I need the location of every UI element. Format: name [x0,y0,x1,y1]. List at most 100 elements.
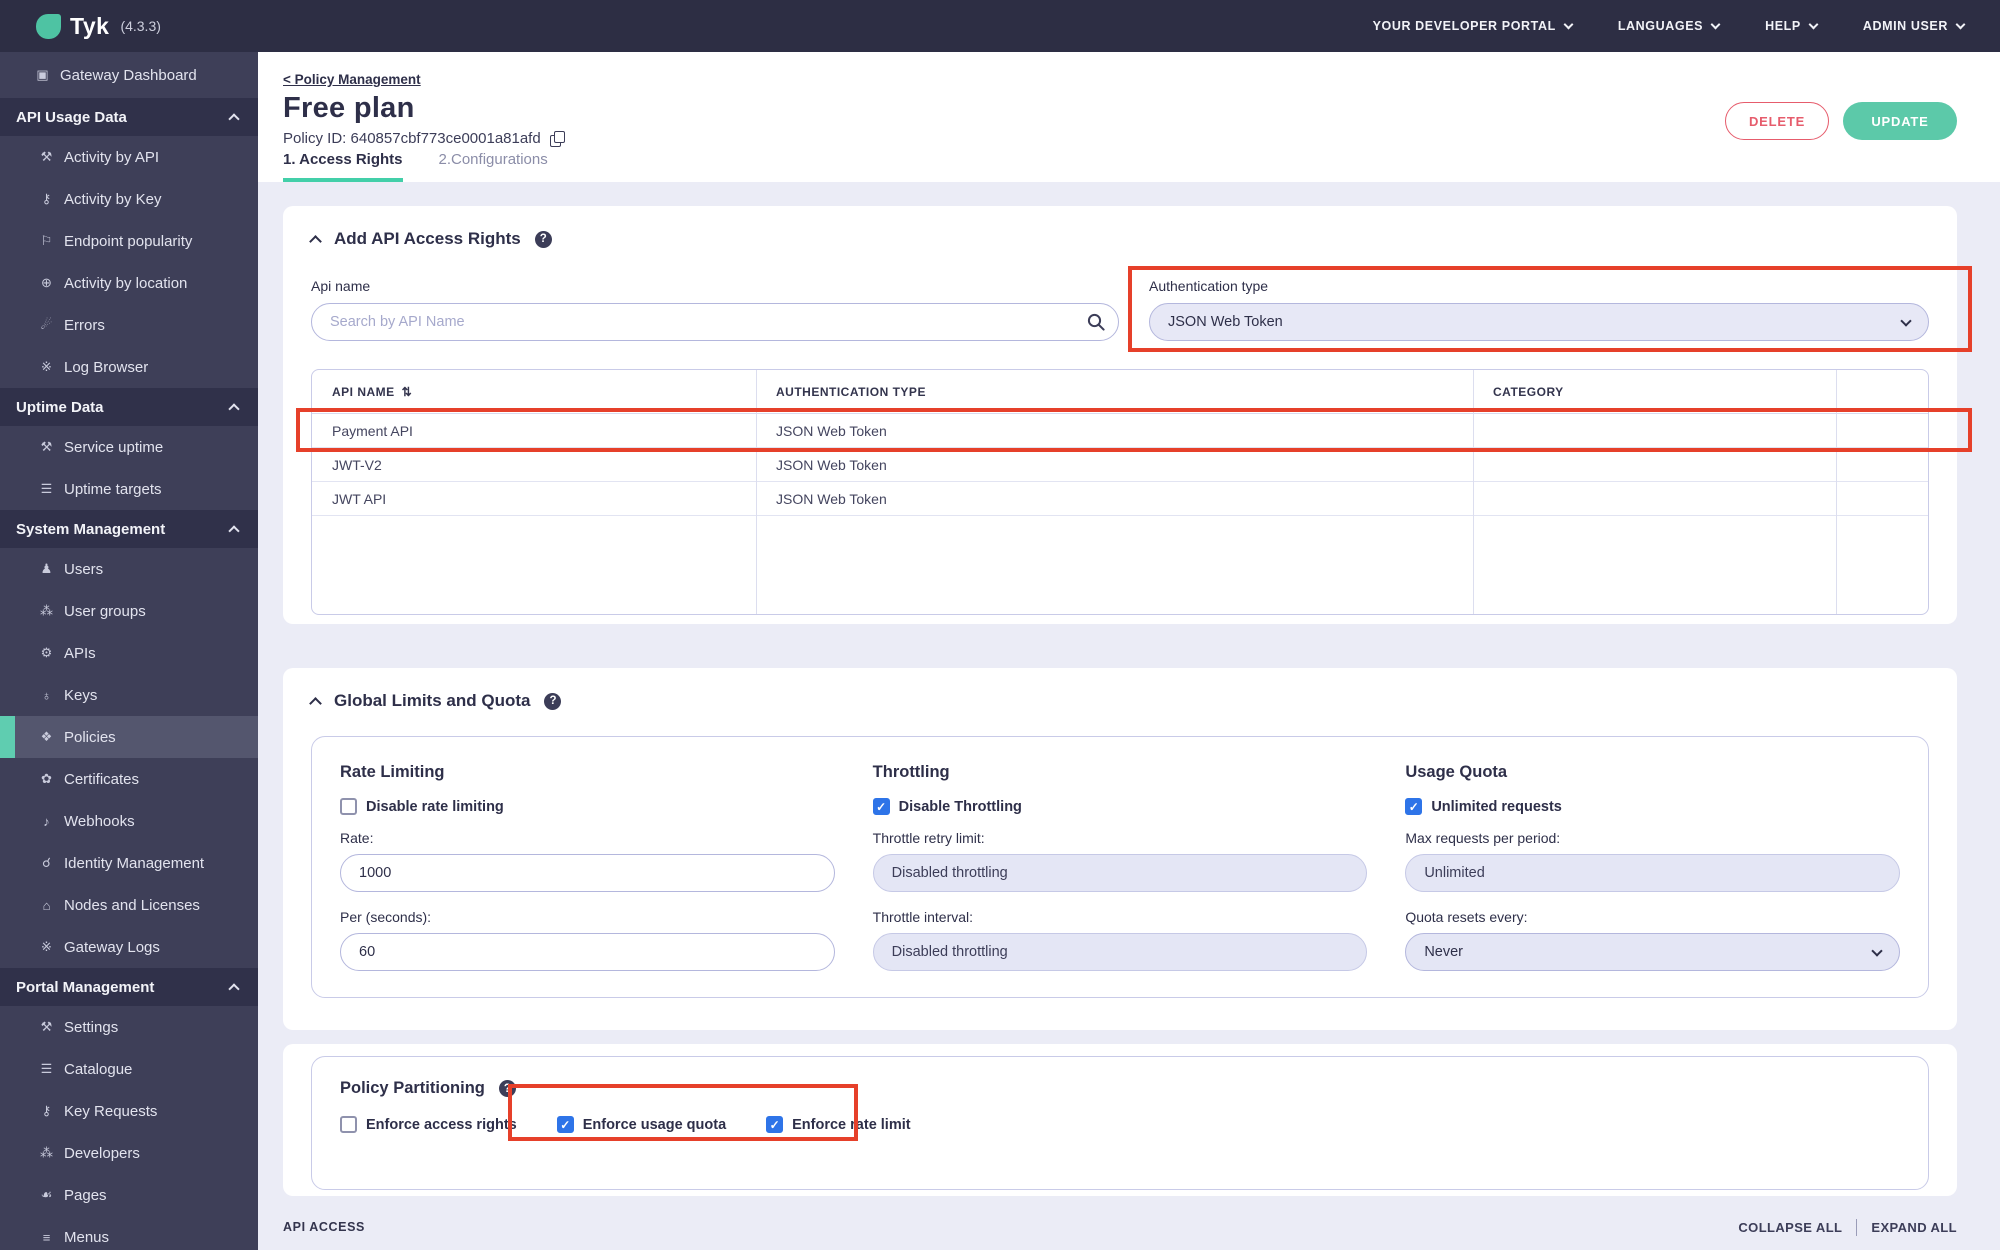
collapse-caret-icon[interactable] [309,697,322,710]
list-icon: ☰ [40,1061,53,1076]
bomb-icon: ☄ [40,317,53,332]
update-button[interactable]: UPDATE [1843,102,1957,140]
per-seconds-input[interactable] [340,933,835,971]
help-icon[interactable] [534,230,552,248]
collapse-caret-icon[interactable] [309,235,322,248]
policy-partitioning-title: Policy Partitioning [340,1079,485,1097]
sidebar-item-users[interactable]: ♟ Users [0,548,258,590]
sidebar-item-policies[interactable]: ❖ Policies [0,716,258,758]
sidebar-item-user-groups[interactable]: ⁂ User groups [0,590,258,632]
delete-button[interactable]: DELETE [1725,102,1829,140]
sidebar-item-label: Pages [64,1186,107,1204]
globe-icon: ⊕ [41,275,52,290]
sidebar-section-label: API Usage Data [16,108,127,126]
api-access-section-header[interactable]: API ACCESS [283,1220,365,1234]
sidebar-item-keys[interactable]: ♁ Keys [0,674,258,716]
tyk-logo[interactable]: Tyk (4.3.3) [36,13,161,40]
main-content: Add API Access Rights Api name Authentic… [258,182,2000,1250]
wrench-icon: ⚒ [40,149,53,164]
sort-icon[interactable]: ⇅ [402,385,413,399]
sidebar-item-activity-by-key[interactable]: ⚷ Activity by Key [0,178,258,220]
help-icon[interactable] [498,1080,516,1097]
sidebar-section-label: Uptime Data [16,398,104,416]
section-title: Add API Access Rights [334,229,521,248]
sidebar-item-nodes-and-licenses[interactable]: ⌂ Nodes and Licenses [0,884,258,926]
column-header-api-name[interactable]: API NAME ⇅ [312,385,756,399]
api-table: API NAME ⇅ AUTHENTICATION TYPE CATEGORY … [311,369,1929,615]
sidebar-section-system-management[interactable]: System Management [0,510,258,548]
enforce-access-rights-checkbox[interactable] [340,1116,357,1133]
sidebar-item-identity-management[interactable]: ☌ Identity Management [0,842,258,884]
sidebar-item-catalogue[interactable]: ☰ Catalogue [0,1048,258,1090]
sidebar-section-portal-management[interactable]: Portal Management [0,968,258,1006]
sidebar-item-uptime-targets[interactable]: ☰ Uptime targets [0,468,258,510]
unlimited-requests-checkbox[interactable] [1405,798,1423,815]
network-icon: ♁ [41,687,52,703]
checkbox-label: Enforce usage quota [582,1116,727,1133]
menu-languages[interactable]: LANGUAGES [1618,19,1721,33]
api-search-input[interactable] [311,303,1119,341]
breadcrumb[interactable]: < Policy Management [283,72,421,87]
column-header-auth-type: AUTHENTICATION TYPE [756,385,1473,399]
table-row-jwt-api[interactable]: JWT API JSON Web Token [312,482,1928,516]
table-row-jwt-v2[interactable]: JWT-V2 JSON Web Token [312,448,1928,482]
sidebar-item-label: Key Requests [64,1102,158,1120]
users-icon: ⁂ [40,1145,53,1160]
sidebar-item-activity-by-api[interactable]: ⚒ Activity by API [0,136,258,178]
sidebar-item-certificates[interactable]: ✿ Certificates [0,758,258,800]
sidebar-section-uptime-data[interactable]: Uptime Data [0,388,258,426]
sidebar-item-menus[interactable]: ≡ Menus [0,1216,258,1250]
cell-auth-type: JSON Web Token [776,456,887,473]
sidebar-item-label: Activity by Key [64,190,162,208]
sidebar-item-label: Menus [64,1228,110,1246]
sidebar-item-pages[interactable]: ☙ Pages [0,1174,258,1216]
enforce-usage-quota-checkbox[interactable] [556,1116,574,1133]
rate-input[interactable] [340,854,835,892]
version-label: (4.3.3) [120,18,161,34]
table-header-row: API NAME ⇅ AUTHENTICATION TYPE CATEGORY [312,370,1928,414]
menu-developer-portal[interactable]: YOUR DEVELOPER PORTAL [1373,19,1574,33]
tab-access-rights[interactable]: 1. Access Rights [283,151,403,182]
sidebar-item-developers[interactable]: ⁂ Developers [0,1132,258,1174]
sidebar-item-activity-by-location[interactable]: ⊕ Activity by location [0,262,258,304]
disable-rate-limiting-checkbox[interactable] [340,798,357,815]
sidebar-item-service-uptime[interactable]: ⚒ Service uptime [0,426,258,468]
sidebar-item-errors[interactable]: ☄ Errors [0,304,258,346]
sidebar-item-key-requests[interactable]: ⚷ Key Requests [0,1090,258,1132]
max-requests-label: Max requests per period: [1405,830,1561,846]
sidebar-item-gateway-dashboard[interactable]: ▣ Gateway Dashboard [0,52,258,98]
menu-admin-user[interactable]: ADMIN USER [1862,19,1966,33]
policy-partitioning-panel: Policy Partitioning Enforce access right… [283,1044,1957,1196]
key-icon: ⚷ [41,1103,52,1118]
help-icon[interactable] [544,692,562,710]
per-seconds-label: Per (seconds): [340,909,432,925]
sidebar-item-label: Identity Management [64,854,205,872]
menu-help[interactable]: HELP [1765,19,1819,33]
table-row-payment-api[interactable]: Payment API JSON Web Token [312,414,1928,448]
expand-all-button[interactable]: EXPAND ALL [1871,1220,1957,1235]
copy-icon[interactable] [549,130,565,147]
cell-auth-type: JSON Web Token [776,422,887,439]
auth-type-select[interactable]: JSON Web Token [1149,303,1929,341]
menu-label: ADMIN USER [1862,19,1948,33]
sidebar-item-gateway-logs[interactable]: ※ Gateway Logs [0,926,258,968]
sidebar-item-webhooks[interactable]: ♪ Webhooks [0,800,258,842]
tab-configurations[interactable]: 2.Configurations [439,151,548,182]
sidebar-item-log-browser[interactable]: ※ Log Browser [0,346,258,388]
sidebar: ▣ Gateway Dashboard API Usage Data ⚒ Act… [0,52,258,1250]
cell-api-name: JWT API [332,490,387,507]
sidebar-section-api-usage-data[interactable]: API Usage Data [0,98,258,136]
throttle-interval-input [872,933,1368,971]
sidebar-item-endpoint-popularity[interactable]: ⚐ Endpoint popularity [0,220,258,262]
enforce-rate-limit-checkbox[interactable] [766,1116,784,1133]
checkbox-label: Disable rate limiting [366,798,504,815]
collapse-all-button[interactable]: COLLAPSE ALL [1738,1220,1842,1235]
content-header: < Policy Management Free plan Policy ID:… [258,52,2000,182]
disable-throttling-checkbox[interactable] [872,798,890,815]
cell-auth-type: JSON Web Token [776,490,887,507]
sidebar-item-apis[interactable]: ⚙ APIs [0,632,258,674]
quota-resets-select[interactable]: Never [1405,933,1900,971]
throttle-retry-limit-label: Throttle retry limit: [872,830,985,846]
sidebar-item-settings[interactable]: ⚒ Settings [0,1006,258,1048]
flag-icon: ⚐ [40,233,53,248]
